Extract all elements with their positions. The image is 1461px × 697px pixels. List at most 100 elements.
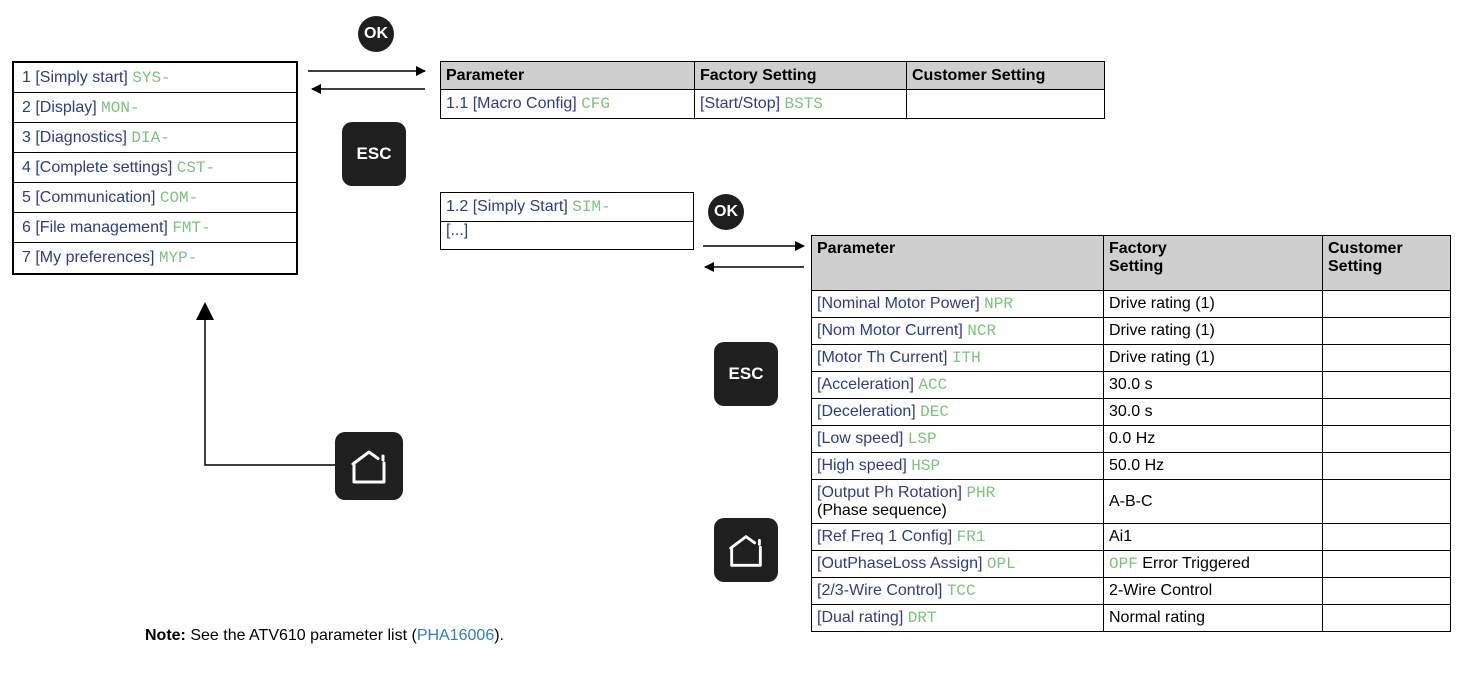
table1-param-cell: 1.1 [Macro Config] CFG	[440, 89, 695, 119]
simply-start-parameter-table: Parameter Factory Setting Customer Setting…	[811, 235, 1451, 632]
param-code: DEC	[920, 403, 949, 421]
table-row: [2/3-Wire Control] TCC 2-Wire Control	[811, 577, 1451, 605]
home-button-bottom[interactable]	[714, 518, 778, 582]
menu-item-label: 3 [Diagnostics]	[22, 129, 127, 146]
simply-start-submenu: 1.2 [Simply Start] SIM- [...]	[440, 192, 694, 250]
menu-item-code: COM-	[159, 189, 199, 207]
param-label: 1.1 [Macro Config]	[446, 95, 577, 112]
table2-header-parameter: Parameter	[811, 235, 1104, 291]
param-label: [Low speed]	[817, 430, 904, 447]
param-code: TCC	[946, 582, 976, 600]
main-menu-item[interactable]: 1 [Simply start] SYS-	[14, 63, 296, 93]
factory-value: Drive rating (1)	[1109, 295, 1215, 312]
home-button-top[interactable]	[335, 432, 403, 500]
note-suffix: ).	[494, 627, 504, 644]
main-menu-item[interactable]: 3 [Diagnostics] DIA-	[14, 123, 296, 153]
factory-cell: Ai1	[1103, 523, 1323, 551]
factory-value: Error Triggered	[1142, 555, 1250, 572]
param-code: NCR	[967, 322, 997, 340]
param-label: [High speed]	[817, 457, 907, 474]
factory-label: [Start/Stop]	[700, 95, 781, 112]
table1-header-parameter: Parameter	[440, 61, 695, 90]
menu-item-code: CST-	[176, 159, 216, 177]
factory-value: 30.0 s	[1109, 403, 1153, 420]
param-label: [Deceleration]	[817, 403, 916, 420]
ok-button-bottom[interactable]: OK	[708, 194, 744, 230]
customer-cell[interactable]	[1322, 523, 1451, 551]
factory-value: Ai1	[1109, 528, 1133, 545]
customer-cell[interactable]	[1322, 479, 1451, 524]
param-code: FR1	[956, 528, 986, 546]
footnote: Note: See the ATV610 parameter list (PHA…	[145, 627, 504, 645]
table1-factory-cell: [Start/Stop] BSTS	[694, 89, 907, 119]
param-cell: [Acceleration] ACC	[811, 371, 1104, 399]
param-label: [Motor Th Current]	[817, 349, 948, 366]
param-code: DRT	[907, 609, 937, 627]
table-row: [Ref Freq 1 Config] FR1 Ai1	[811, 523, 1451, 551]
note-link[interactable]: PHA16006	[417, 627, 494, 644]
main-menu: 1 [Simply start] SYS- 2 [Display] MON- 3 […	[12, 61, 298, 275]
table2-header-customer: Customer Setting	[1322, 235, 1451, 291]
main-menu-item[interactable]: 6 [File management] FMT-	[14, 213, 296, 243]
factory-cell: OPF Error Triggered	[1103, 550, 1323, 578]
home-icon	[351, 450, 386, 484]
param-code: ACC	[918, 376, 948, 394]
customer-cell[interactable]	[1322, 425, 1451, 453]
factory-cell: 0.0 Hz	[1103, 425, 1323, 453]
param-cell: [Deceleration] DEC	[811, 398, 1104, 426]
param-cell: [Nom Motor Current] NCR	[811, 317, 1104, 345]
factory-value: Drive rating (1)	[1109, 349, 1215, 366]
home-icon	[729, 535, 762, 567]
esc-button-bottom[interactable]: ESC	[714, 342, 778, 406]
factory-value: 2-Wire Control	[1109, 582, 1213, 599]
home-return-arrowhead	[196, 302, 214, 320]
main-menu-item[interactable]: 2 [Display] MON-	[14, 93, 296, 123]
param-cell: [2/3-Wire Control] TCC	[811, 577, 1104, 605]
param-cell: [Ref Freq 1 Config] FR1	[811, 523, 1104, 551]
customer-cell[interactable]	[1322, 452, 1451, 480]
param-cell: [Motor Th Current] ITH	[811, 344, 1104, 372]
main-menu-item[interactable]: 4 [Complete settings] CST-	[14, 153, 296, 183]
list-item[interactable]: 1.2 [Simply Start] SIM-	[440, 192, 694, 222]
factory-cell: Drive rating (1)	[1103, 317, 1323, 345]
param-label: [OutPhaseLoss Assign]	[817, 555, 983, 572]
param-label: [Ref Freq 1 Config]	[817, 528, 953, 545]
param-subtext: (Phase sequence)	[817, 501, 947, 519]
param-cell: [Low speed] LSP	[811, 425, 1104, 453]
table1-customer-cell[interactable]	[906, 89, 1105, 119]
main-menu-item[interactable]: 7 [My preferences] MYP-	[14, 243, 296, 273]
factory-code: OPF	[1109, 555, 1138, 573]
note-prefix: Note:	[145, 627, 186, 644]
customer-cell[interactable]	[1322, 577, 1451, 605]
param-cell: [High speed] HSP	[811, 452, 1104, 480]
menu-item-code: FMT-	[172, 219, 211, 237]
home-return-line	[204, 310, 335, 466]
menu-item-label: 7 [My preferences]	[22, 249, 155, 266]
factory-cell: Drive rating (1)	[1103, 290, 1323, 318]
param-code: HSP	[911, 457, 941, 475]
factory-cell: Drive rating (1)	[1103, 344, 1323, 372]
customer-cell[interactable]	[1322, 317, 1451, 345]
param-label: [2/3-Wire Control]	[817, 582, 943, 599]
menu-item-code: SYS-	[132, 69, 171, 87]
submenu-label: [...]	[446, 222, 469, 239]
list-item[interactable]: [...]	[440, 221, 694, 250]
table2-header-factory: Factory Setting	[1103, 235, 1323, 291]
param-cell: [Output Ph Rotation] PHR (Phase sequence)	[811, 479, 1104, 524]
table-row: [High speed] HSP 50.0 Hz	[811, 452, 1451, 480]
table1-header-customer: Customer Setting	[906, 61, 1105, 90]
main-menu-item[interactable]: 5 [Communication] COM-	[14, 183, 296, 213]
esc-button-top[interactable]: ESC	[342, 122, 406, 186]
menu-item-code: MYP-	[158, 249, 198, 267]
param-code: PHR	[966, 483, 996, 502]
customer-cell[interactable]	[1322, 398, 1451, 426]
table-row: 1.1 [Macro Config] CFG [Start/Stop] BSTS	[440, 89, 1105, 119]
factory-cell: 30.0 s	[1103, 371, 1323, 399]
customer-cell[interactable]	[1322, 604, 1451, 632]
customer-cell[interactable]	[1322, 344, 1451, 372]
table-row: [Low speed] LSP 0.0 Hz	[811, 425, 1451, 453]
customer-cell[interactable]	[1322, 290, 1451, 318]
ok-button-top[interactable]: OK	[358, 16, 394, 52]
customer-cell[interactable]	[1322, 371, 1451, 399]
customer-cell[interactable]	[1322, 550, 1451, 578]
